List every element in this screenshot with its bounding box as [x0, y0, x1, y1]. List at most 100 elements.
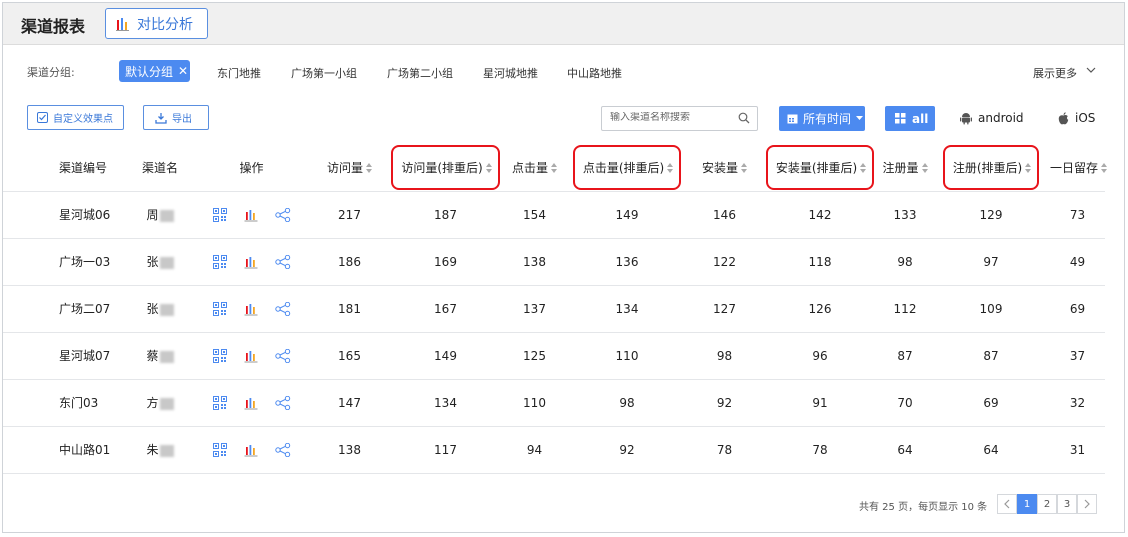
apple-icon — [1058, 111, 1069, 124]
sort-icon[interactable] — [860, 163, 867, 174]
share-icon[interactable] — [274, 207, 291, 222]
col-header-visits-dedup[interactable]: 访问量(排重后) — [389, 144, 502, 192]
qr-code-icon[interactable] — [212, 301, 227, 316]
qr-code-icon[interactable] — [212, 207, 227, 222]
time-range-label: 所有时间 — [803, 112, 852, 126]
compare-analysis-label: 对比分析 — [137, 16, 193, 33]
next-page-button[interactable] — [1077, 494, 1097, 514]
channel-name-text: 张 — [146, 302, 159, 316]
share-icon[interactable] — [274, 301, 291, 316]
sort-icon[interactable] — [667, 163, 674, 174]
cell-actions — [193, 191, 310, 239]
qr-code-icon[interactable] — [212, 348, 227, 363]
group-item-zhongshanlu[interactable]: 中山路地推 — [567, 65, 622, 81]
group-item-xinghecheng[interactable]: 星河城地推 — [483, 65, 538, 81]
platform-ios-button[interactable]: iOS — [1058, 111, 1095, 125]
sort-icon[interactable] — [1101, 163, 1108, 174]
highlight-box: 注册(排重后) — [942, 144, 1040, 190]
report-panel: 渠道报表 对比分析 渠道分组: 默认分组 ✕ 东门地推 广场第一小组 广场第二小… — [2, 2, 1125, 533]
cell-channel-name: 周 — [127, 191, 193, 239]
highlight-box: 点击量(排重后) — [572, 144, 682, 190]
col-header-installs-dedup[interactable]: 安装量(排重后) — [762, 144, 878, 192]
col-header-clicks-dedup[interactable]: 点击量(排重后) — [567, 144, 687, 192]
checkbox-icon — [37, 112, 48, 123]
share-icon[interactable] — [274, 348, 291, 363]
col-header-actions: 操作 — [193, 144, 310, 192]
cell-actions — [193, 332, 310, 380]
cell-value: 92 — [687, 379, 762, 427]
platform-android-label: android — [978, 111, 1024, 125]
cell-value: 78 — [687, 426, 762, 474]
page-button-2[interactable]: 2 — [1037, 494, 1057, 514]
bar-chart-icon[interactable] — [244, 302, 258, 316]
table-row: 东门03 方 147 134 110 98 92 91 70 69 32 — [3, 379, 1105, 427]
cell-value: 169 — [389, 238, 502, 286]
cell-value: 134 — [389, 379, 502, 427]
sort-icon[interactable] — [366, 163, 372, 174]
cell-value: 64 — [878, 426, 932, 474]
group-item-dongmen[interactable]: 东门地推 — [217, 65, 261, 81]
col-header-visits[interactable]: 访问量 — [310, 144, 389, 192]
col-header-day1-retention[interactable]: 一日留存 — [1050, 144, 1108, 192]
cell-value: 70 — [878, 379, 932, 427]
qr-code-icon[interactable] — [212, 395, 227, 410]
cell-value: 94 — [502, 426, 567, 474]
cell-channel-name: 蔡 — [127, 332, 193, 380]
export-button[interactable]: 导出 — [143, 105, 209, 130]
share-icon[interactable] — [274, 442, 291, 457]
highlight-box: 访问量(排重后) — [391, 144, 500, 190]
channel-search-input[interactable] — [610, 112, 730, 123]
sort-icon[interactable] — [551, 163, 557, 174]
bar-chart-icon[interactable] — [244, 349, 258, 363]
cell-value: 109 — [932, 285, 1050, 333]
cell-value: 117 — [389, 426, 502, 474]
group-item-plaza-1[interactable]: 广场第一小组 — [291, 65, 357, 81]
platform-all-button[interactable]: all — [885, 106, 935, 131]
col-header-registrations[interactable]: 注册量 — [878, 144, 932, 192]
cell-value: 134 — [567, 285, 687, 333]
bar-chart-icon[interactable] — [244, 443, 258, 457]
col-header-label: 点击量 — [511, 160, 548, 175]
page-button-3[interactable]: 3 — [1057, 494, 1077, 514]
col-header-label: 点击量(排重后) — [582, 160, 665, 175]
cell-channel-code: 东门03 — [3, 379, 127, 427]
time-range-select[interactable]: 所有时间 — [779, 106, 865, 131]
chevron-down-icon[interactable] — [1085, 64, 1097, 76]
share-icon[interactable] — [274, 395, 291, 410]
platform-android-button[interactable]: android — [960, 111, 1024, 125]
cell-value: 49 — [1050, 238, 1105, 286]
toolbar: 自定义效果点 导出 所有时间 — [3, 105, 1124, 133]
bar-chart-icon[interactable] — [244, 208, 258, 222]
group-chip-default[interactable]: 默认分组 ✕ — [119, 60, 190, 82]
bar-chart-icon[interactable] — [244, 396, 258, 410]
cell-channel-name: 朱 — [127, 426, 193, 474]
page-button-1[interactable]: 1 — [1017, 494, 1037, 514]
cell-actions — [193, 426, 310, 474]
cell-value: 78 — [762, 426, 878, 474]
col-header-label: 安装量(排重后) — [775, 160, 858, 175]
bar-chart-icon[interactable] — [244, 255, 258, 269]
close-icon[interactable]: ✕ — [178, 64, 188, 78]
sort-icon[interactable] — [485, 163, 492, 174]
compare-analysis-button[interactable]: 对比分析 — [105, 8, 208, 39]
qr-code-icon[interactable] — [212, 442, 227, 457]
custom-effect-button[interactable]: 自定义效果点 — [27, 105, 124, 130]
cell-value: 31 — [1050, 426, 1105, 474]
group-item-plaza-2[interactable]: 广场第二小组 — [387, 65, 453, 81]
sort-icon[interactable] — [921, 163, 928, 174]
col-header-installs[interactable]: 安装量 — [687, 144, 762, 192]
sort-icon[interactable] — [1025, 163, 1032, 174]
show-more-button[interactable]: 展示更多 — [1033, 65, 1077, 81]
qr-code-icon[interactable] — [212, 254, 227, 269]
redacted-mask — [159, 303, 174, 316]
share-icon[interactable] — [274, 254, 291, 269]
search-icon[interactable] — [738, 112, 750, 124]
sort-icon[interactable] — [741, 163, 747, 174]
col-header-clicks[interactable]: 点击量 — [502, 144, 567, 192]
pagination-summary: 共有 25 页，每页显示 10 条 — [859, 502, 988, 513]
cell-value: 167 — [389, 285, 502, 333]
prev-page-button[interactable] — [997, 494, 1017, 514]
channel-name-text: 朱 — [146, 443, 159, 457]
table-row: 广场二07 张 181 167 137 134 127 126 112 109 … — [3, 285, 1105, 333]
col-header-registrations-dedup[interactable]: 注册(排重后) — [932, 144, 1050, 192]
